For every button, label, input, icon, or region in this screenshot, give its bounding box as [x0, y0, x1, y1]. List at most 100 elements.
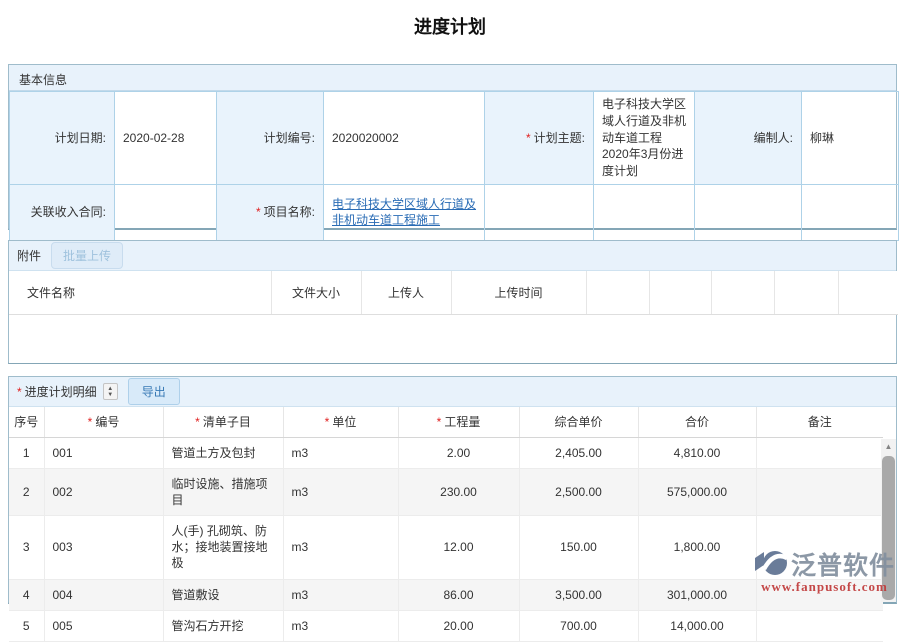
empty-cell: [802, 184, 899, 240]
table-row: 1 001 管道土方及包封 m3 2.00 2,405.00 4,810.00: [9, 437, 883, 468]
cell-seq: 5: [9, 610, 44, 641]
plan-subject-value: 电子科技大学区域人行道及非机动车道工程2020年3月份进度计划: [594, 92, 695, 185]
cell-unit: m3: [283, 437, 398, 468]
basic-info-row-2: 关联收入合同: *项目名称: 电子科技大学区域人行道及非机动车道工程施工: [10, 184, 899, 240]
required-asterisk: *: [195, 415, 200, 429]
page-title: 进度计划: [0, 13, 900, 39]
cell-qty: 86.00: [398, 579, 519, 610]
cell-unit: m3: [283, 579, 398, 610]
project-name-label: *项目名称:: [217, 184, 324, 240]
col-seq: 序号: [9, 407, 44, 437]
batch-upload-button[interactable]: 批量上传: [51, 242, 123, 269]
cell-item: 管沟石方开挖: [163, 610, 283, 641]
detail-table: 序号 *编号 *清单子目 *单位 *工程量 综合单价 合价 备注 1 001 管…: [9, 407, 883, 642]
cell-amount: 575,000.00: [638, 468, 756, 515]
required-asterisk: *: [325, 415, 330, 429]
basic-info-row-1: 计划日期: 2020-02-28 计划编号: 2020020002 *计划主题:…: [10, 92, 899, 185]
cell-unit-price: 2,500.00: [519, 468, 638, 515]
required-asterisk: *: [526, 131, 531, 145]
export-button[interactable]: 导出: [128, 378, 180, 405]
basic-info-section-title: 基本信息: [9, 65, 896, 91]
cell-code: 002: [44, 468, 163, 515]
col-amount: 合价: [638, 407, 756, 437]
col-upload-time: 上传时间: [451, 271, 586, 314]
related-contract-label: 关联收入合同:: [10, 184, 115, 240]
plan-date-value: 2020-02-28: [115, 92, 217, 185]
attachments-header-row: 文件名称 文件大小 上传人 上传时间: [9, 271, 898, 314]
cell-amount: 1,800.00: [638, 516, 756, 580]
col-code: *编号: [44, 407, 163, 437]
col-note: 备注: [756, 407, 883, 437]
vertical-scrollbar[interactable]: ▲: [881, 439, 896, 602]
cell-qty: 12.00: [398, 516, 519, 580]
table-row: 4 004 管道敷设 m3 86.00 3,500.00 301,000.00: [9, 579, 883, 610]
related-contract-value: [115, 184, 217, 240]
cell-seq: 3: [9, 516, 44, 580]
cell-unit-price: 700.00: [519, 610, 638, 641]
required-asterisk: *: [256, 205, 261, 219]
cell-code: 003: [44, 516, 163, 580]
attachments-header: 附件 批量上传: [9, 241, 896, 271]
cell-amount: 301,000.00: [638, 579, 756, 610]
col-empty: [838, 271, 898, 314]
project-name-link[interactable]: 电子科技大学区域人行道及非机动车道工程施工: [332, 197, 476, 228]
cell-qty: 2.00: [398, 437, 519, 468]
attachments-table: 文件名称 文件大小 上传人 上传时间: [9, 271, 898, 315]
cell-seq: 2: [9, 468, 44, 515]
table-row: 3 003 人(手) 孔砌筑、防水；接地装置接地极 m3 12.00 150.0…: [9, 516, 883, 580]
sort-toggle-icon[interactable]: ▲▼: [103, 383, 118, 400]
cell-qty: 20.00: [398, 610, 519, 641]
cell-note: [756, 610, 883, 641]
plan-no-value: 2020020002: [324, 92, 485, 185]
required-asterisk: *: [88, 415, 93, 429]
plan-subject-label: *计划主题:: [485, 92, 594, 185]
cell-item: 人(手) 孔砌筑、防水；接地装置接地极: [163, 516, 283, 580]
table-row: 5 005 管沟石方开挖 m3 20.00 700.00 14,000.00: [9, 610, 883, 641]
attachments-section-title: 附件: [17, 247, 41, 264]
cell-item: 临时设施、措施项目: [163, 468, 283, 515]
cell-item: 管道土方及包封: [163, 437, 283, 468]
detail-header-row: 序号 *编号 *清单子目 *单位 *工程量 综合单价 合价 备注: [9, 407, 883, 437]
creator-label: 编制人:: [695, 92, 802, 185]
cell-qty: 230.00: [398, 468, 519, 515]
col-unit: *单位: [283, 407, 398, 437]
cell-note: [756, 579, 883, 610]
cell-unit: m3: [283, 516, 398, 580]
cell-unit-price: 2,405.00: [519, 437, 638, 468]
required-asterisk: *: [437, 415, 442, 429]
cell-amount: 14,000.00: [638, 610, 756, 641]
col-empty: [711, 271, 774, 314]
cell-amount: 4,810.00: [638, 437, 756, 468]
empty-cell: [695, 184, 802, 240]
table-row: 2 002 临时设施、措施项目 m3 230.00 2,500.00 575,0…: [9, 468, 883, 515]
col-item: *清单子目: [163, 407, 283, 437]
cell-code: 005: [44, 610, 163, 641]
cell-code: 001: [44, 437, 163, 468]
attachments-panel: 附件 批量上传 文件名称 文件大小 上传人 上传时间: [8, 240, 897, 364]
project-name-cell: 电子科技大学区域人行道及非机动车道工程施工: [324, 184, 485, 240]
cell-unit: m3: [283, 610, 398, 641]
scrollbar-thumb[interactable]: [882, 456, 895, 600]
required-asterisk: *: [17, 385, 22, 399]
empty-cell: [485, 184, 594, 240]
basic-info-panel: 基本信息 计划日期: 2020-02-28 计划编号: 2020020002 *…: [8, 64, 897, 230]
creator-value: 柳琳: [802, 92, 899, 185]
attachments-empty-body: [9, 315, 896, 363]
cell-code: 004: [44, 579, 163, 610]
cell-note: [756, 516, 883, 580]
col-file-size: 文件大小: [271, 271, 361, 314]
col-unit-price: 综合单价: [519, 407, 638, 437]
plan-date-label: 计划日期:: [10, 92, 115, 185]
col-empty: [774, 271, 838, 314]
empty-cell: [594, 184, 695, 240]
cell-note: [756, 468, 883, 515]
col-empty: [586, 271, 649, 314]
cell-note: [756, 437, 883, 468]
col-empty: [649, 271, 711, 314]
col-uploader: 上传人: [361, 271, 451, 314]
basic-info-table: 计划日期: 2020-02-28 计划编号: 2020020002 *计划主题:…: [9, 91, 899, 241]
scrollbar-up-arrow-icon[interactable]: ▲: [881, 439, 896, 454]
col-qty: *工程量: [398, 407, 519, 437]
cell-unit: m3: [283, 468, 398, 515]
detail-panel: *进度计划明细 ▲▼ 导出 序号 *编号 *清单子目 *单位 *工程量 综合单价…: [8, 376, 897, 604]
